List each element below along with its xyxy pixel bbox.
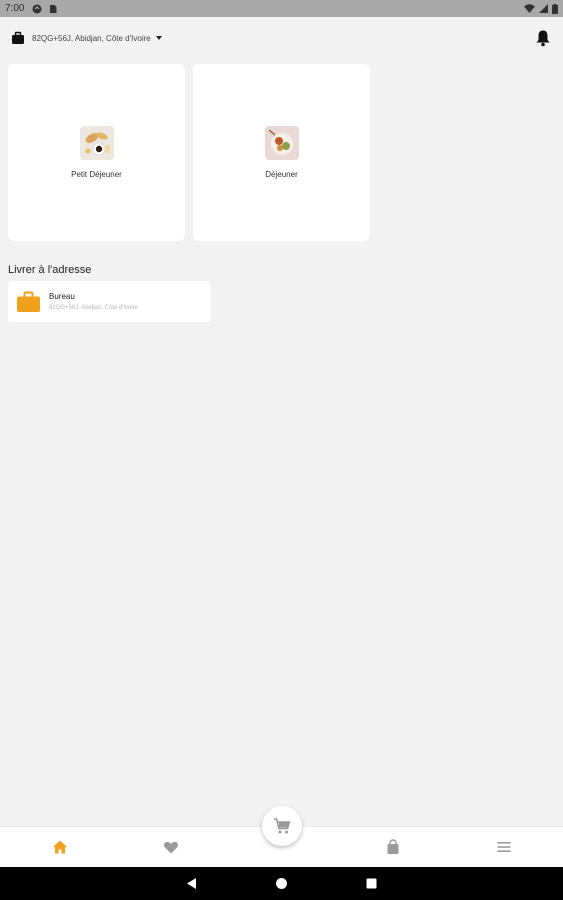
cart-button[interactable] — [262, 806, 302, 846]
location-selector[interactable]: 82QG+56J, Abidjan, Côte d'Ivoire — [11, 31, 162, 45]
category-label: Petit Déjeuner — [71, 170, 122, 179]
briefcase-icon — [12, 31, 24, 44]
address-name: Bureau — [49, 292, 75, 301]
signal-icon — [539, 4, 548, 13]
chevron-down-icon — [155, 36, 162, 40]
sync-icon — [32, 4, 42, 13]
category-label: Déjeuner — [265, 170, 298, 179]
wifi-icon — [524, 4, 535, 13]
status-time: 7:00 — [5, 3, 25, 14]
home-icon[interactable] — [52, 839, 68, 855]
lunch-thumbnail — [264, 126, 299, 160]
location-header: 82QG+56J, Abidjan, Côte d'Ivoire — [0, 24, 563, 52]
address-card-bureau[interactable]: Bureau 82QG+56J, Abidjan, Côte d'Ivoire — [8, 281, 211, 322]
cart-icon — [274, 818, 291, 834]
category-grid: Petit Déjeuner Déjeuner — [8, 64, 370, 241]
heart-icon[interactable] — [163, 839, 179, 855]
menu-icon[interactable] — [496, 839, 512, 855]
briefcase-icon — [17, 291, 40, 312]
breakfast-thumbnail — [79, 126, 114, 160]
system-nav-bar — [0, 867, 563, 900]
category-card-breakfast[interactable]: Petit Déjeuner — [8, 64, 185, 241]
recents-icon[interactable] — [365, 877, 378, 890]
shopping-bag-icon[interactable] — [385, 839, 401, 855]
bell-icon[interactable] — [535, 29, 551, 47]
battery-icon — [552, 3, 558, 14]
back-icon[interactable] — [185, 877, 198, 890]
sim-icon — [50, 4, 57, 13]
status-bar: 7:00 — [0, 0, 563, 17]
location-text: 82QG+56J, Abidjan, Côte d'Ivoire — [32, 33, 151, 43]
address-line: 82QG+56J, Abidjan, Côte d'Ivoire — [49, 305, 139, 311]
home-circle-icon[interactable] — [275, 877, 288, 890]
delivery-section-title: Livrer à l'adresse — [8, 264, 92, 276]
category-card-lunch[interactable]: Déjeuner — [193, 64, 370, 241]
